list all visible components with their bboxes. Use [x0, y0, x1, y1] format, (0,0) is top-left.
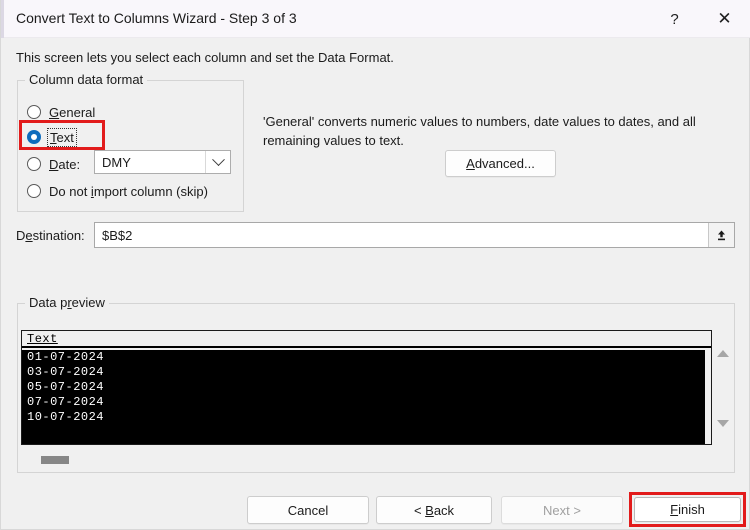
collapse-dialog-icon[interactable] [708, 223, 734, 247]
radio-do-not-import[interactable]: Do not import column (skip) [27, 181, 208, 201]
radio-general[interactable]: General [27, 102, 95, 122]
radio-date[interactable]: Date: [27, 154, 80, 174]
window-title: Convert Text to Columns Wizard - Step 3 … [16, 10, 297, 26]
preview-row: 01-07-2024 [27, 350, 105, 364]
preview-horizontal-scrollbar-thumb[interactable] [41, 456, 69, 464]
radio-general-indicator [27, 105, 41, 119]
triangle-down-icon[interactable] [717, 420, 729, 427]
preview-row: 03-07-2024 [27, 365, 105, 379]
date-format-select[interactable]: DMY [94, 150, 231, 174]
format-description: 'General' converts numeric values to num… [263, 114, 696, 148]
date-format-value: DMY [102, 154, 131, 170]
preview-vertical-scrollbar[interactable] [714, 330, 733, 445]
chevron-down-icon[interactable] [205, 151, 230, 173]
radio-text-label: Text [47, 127, 77, 147]
back-button[interactable]: < Back [376, 496, 492, 524]
data-preview-title: Data preview [25, 295, 109, 310]
column-data-format-title: Column data format [25, 72, 148, 87]
data-preview-header: Text [22, 331, 711, 348]
finish-button-label: Finish [670, 502, 705, 517]
preview-row: 05-07-2024 [27, 380, 105, 394]
advanced-button-label: Advanced... [466, 156, 535, 171]
cancel-button-label: Cancel [287, 502, 329, 518]
column-header-text[interactable]: Text [27, 332, 58, 346]
finish-button[interactable]: Finish [634, 497, 741, 522]
destination-label: Destination: [16, 228, 85, 243]
dialog-subtitle: This screen lets you select each column … [16, 50, 394, 65]
next-button-label: Next > [543, 502, 581, 518]
radio-text-indicator [27, 130, 41, 144]
preview-row: 07-07-2024 [27, 395, 105, 409]
convert-text-to-columns-dialog: Convert Text to Columns Wizard - Step 3 … [0, 0, 750, 530]
radio-general-label: General [49, 104, 96, 120]
advanced-button[interactable]: Advanced... [445, 150, 556, 177]
preview-row: 10-07-2024 [27, 410, 105, 424]
triangle-up-icon[interactable] [717, 350, 729, 357]
data-preview-frame[interactable]: Text 01-07-2024 03-07-2024 05-07-2024 07… [21, 330, 712, 445]
radio-date-indicator [27, 157, 41, 171]
radio-do-not-import-label: Do not import column (skip) [49, 183, 208, 199]
radio-date-label: Date: [49, 156, 81, 172]
back-button-label: < Back [413, 502, 455, 518]
help-button[interactable]: ? [652, 0, 697, 38]
radio-text[interactable]: Text [27, 127, 77, 147]
close-button[interactable]: ✕ [702, 0, 747, 38]
destination-value: $B$2 [102, 227, 133, 243]
destination-input[interactable]: $B$2 [94, 222, 735, 248]
finish-button-accent [634, 493, 741, 495]
title-bar: Convert Text to Columns Wizard - Step 3 … [1, 0, 750, 38]
radio-do-not-import-indicator [27, 184, 41, 198]
cancel-button[interactable]: Cancel [247, 496, 369, 524]
title-bar-accent [1, 0, 4, 38]
data-preview-body: 01-07-2024 03-07-2024 05-07-2024 07-07-2… [22, 350, 705, 444]
next-button: Next > [501, 496, 623, 524]
